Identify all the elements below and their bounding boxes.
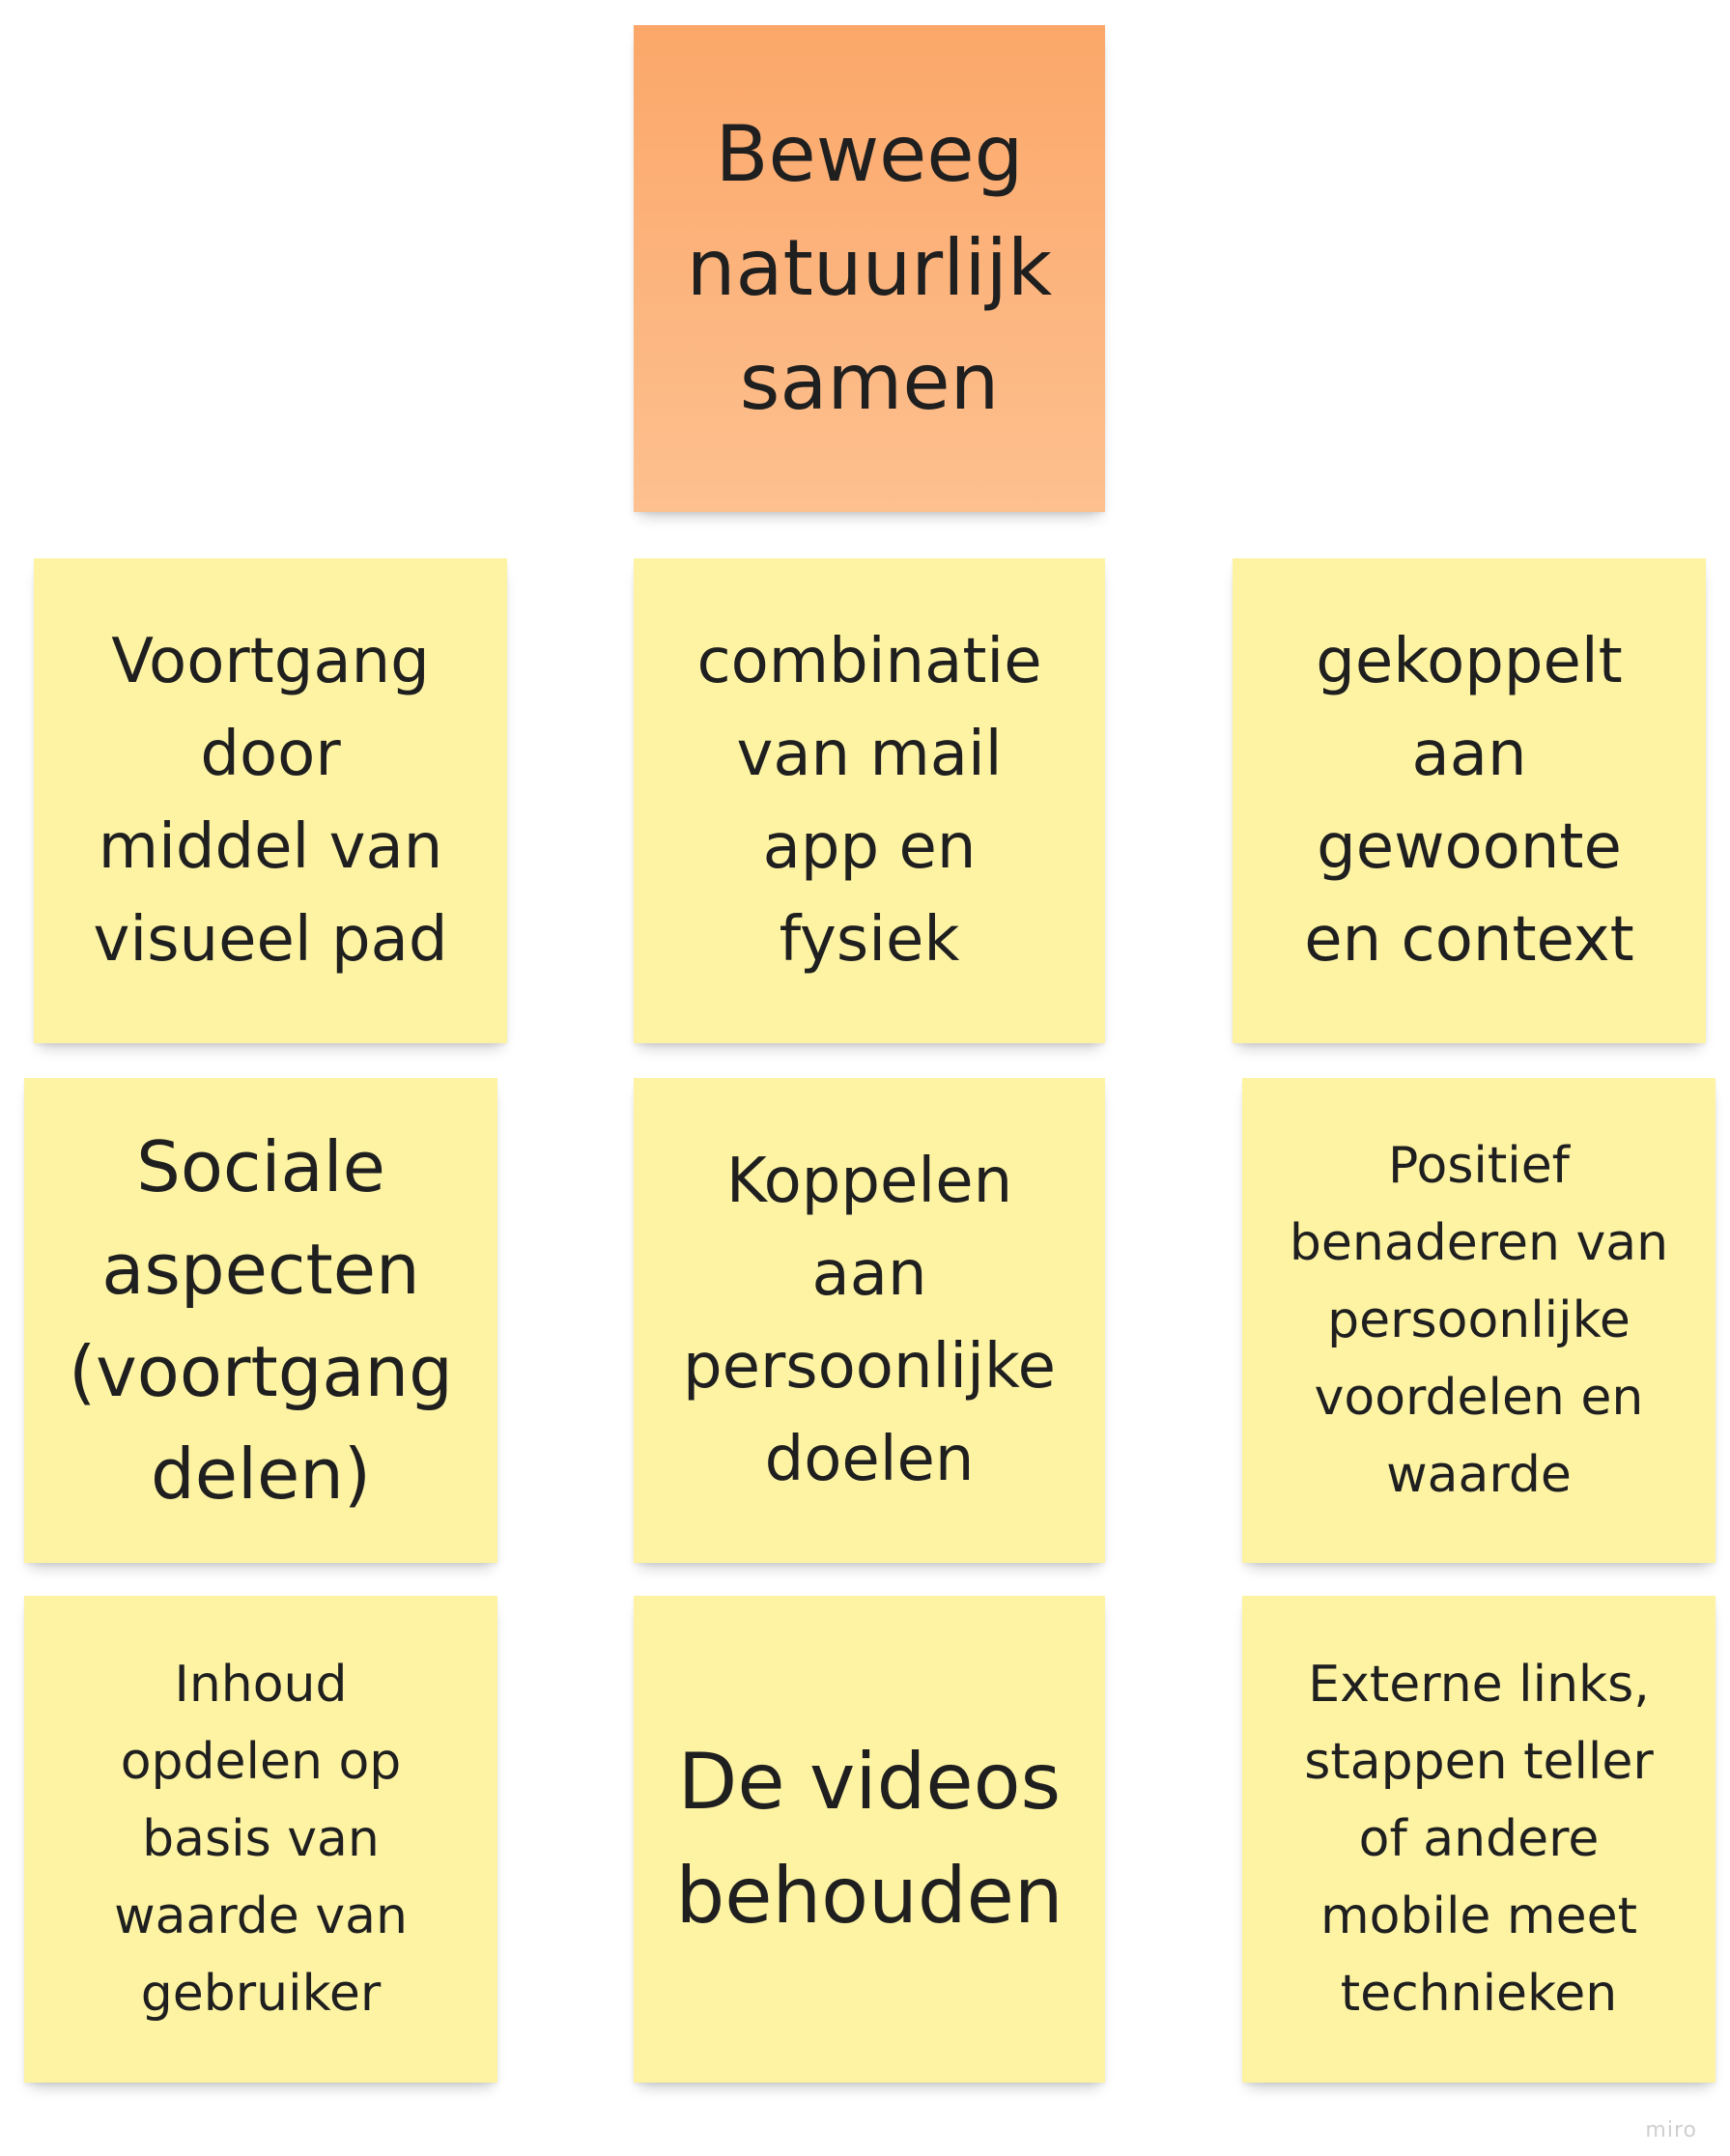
sticky-note-text: combinatie van mail app en fysiek	[696, 626, 1042, 976]
sticky-note-persoonlijke-doelen[interactable]: Koppelen aan persoonlijke doelen	[634, 1078, 1105, 1563]
sticky-note-externe-links[interactable]: Externe links, stappen teller of andere …	[1242, 1596, 1716, 2083]
sticky-note-sociale-aspecten[interactable]: Sociale aspecten (voortgang delen)	[24, 1078, 497, 1563]
sticky-note-visueel-pad[interactable]: Voortgang door middel van visueel pad	[34, 558, 507, 1043]
sticky-note-text: Inhoud opdelen op basis van waarde van g…	[114, 1656, 408, 2023]
sticky-note-text: gekoppelt aan gewoonte en context	[1304, 626, 1634, 976]
sticky-note-text: De videos behouden	[675, 1737, 1064, 1941]
sticky-note-title[interactable]: Beweeg natuurlijk samen	[634, 25, 1105, 512]
sticky-note-title-text: Beweeg natuurlijk samen	[686, 109, 1053, 427]
sticky-note-text: Koppelen aan persoonlijke doelen	[682, 1146, 1057, 1495]
sticky-note-combinatie[interactable]: combinatie van mail app en fysiek	[634, 558, 1105, 1043]
sticky-note-positief-benaderen[interactable]: Positief benaderen van persoonlijke voor…	[1242, 1078, 1716, 1563]
sticky-note-text: Externe links, stappen teller of andere …	[1304, 1656, 1654, 2023]
sticky-note-text: Sociale aspecten (voortgang delen)	[69, 1126, 453, 1515]
sticky-note-inhoud-opdelen[interactable]: Inhoud opdelen op basis van waarde van g…	[24, 1596, 497, 2083]
sticky-note-gewoonte[interactable]: gekoppelt aan gewoonte en context	[1233, 558, 1706, 1043]
sticky-note-text: Positief benaderen van persoonlijke voor…	[1289, 1137, 1669, 1504]
miro-board: Beweeg natuurlijk samen Voortgang door m…	[0, 0, 1730, 2156]
miro-watermark: miro	[1645, 2118, 1697, 2142]
sticky-note-videos[interactable]: De videos behouden	[634, 1596, 1105, 2083]
sticky-note-text: Voortgang door middel van visueel pad	[93, 626, 448, 976]
